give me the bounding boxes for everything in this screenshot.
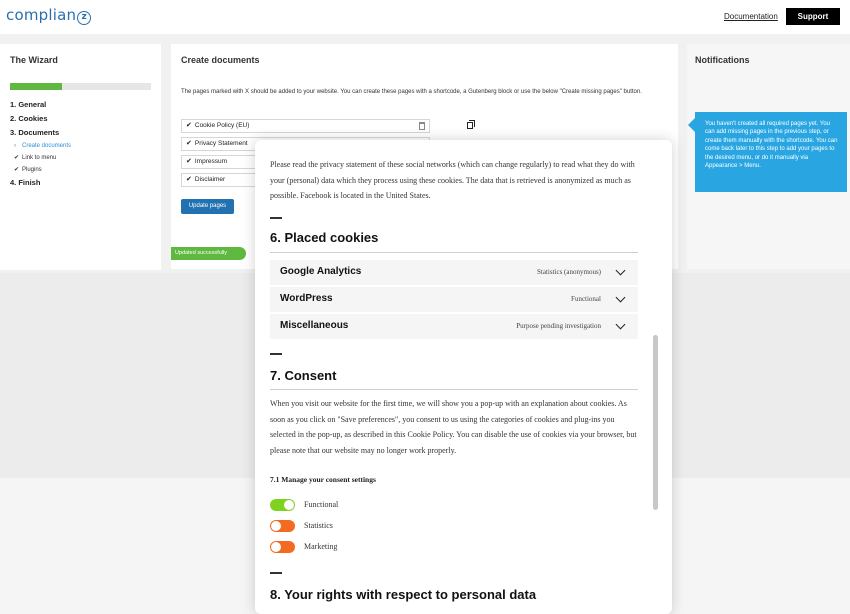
cookie-name: WordPress: [280, 293, 333, 304]
cookie-row-google-analytics[interactable]: Google Analytics Statistics (anonymous): [270, 260, 638, 285]
chevron-down-icon[interactable]: [615, 265, 626, 276]
check-icon: ✔: [14, 155, 20, 161]
success-toast: Updated successfully: [171, 247, 246, 260]
statistics-toggle[interactable]: [270, 520, 295, 532]
section-divider: [270, 217, 282, 219]
step-cookies[interactable]: 2. Cookies: [10, 112, 155, 126]
page-label: Disclaimer: [194, 176, 226, 183]
trash-icon[interactable]: [419, 122, 425, 130]
cookie-policy-preview: Please read the privacy statement of the…: [255, 140, 672, 614]
section-divider: [270, 353, 282, 355]
check-icon: ✔: [186, 140, 192, 147]
heading-rule: [270, 389, 638, 390]
wizard-title: The Wizard: [10, 55, 58, 65]
check-icon: ✔: [186, 158, 192, 165]
section-7-heading: 7. Consent: [270, 368, 337, 383]
wizard-panel: The Wizard 1. General 2. Cookies 3. Docu…: [0, 44, 161, 270]
preview-scrollbar[interactable]: [653, 335, 658, 510]
section-8-heading: 8. Your rights with respect to personal …: [270, 587, 537, 602]
step-general[interactable]: 1. General: [10, 98, 155, 112]
check-icon: ✔: [186, 176, 192, 183]
marketing-toggle[interactable]: [270, 541, 295, 553]
copy-shortcode-icon[interactable]: [467, 120, 475, 129]
step-finish[interactable]: 4. Finish: [10, 176, 155, 190]
chevron-down-icon[interactable]: [615, 292, 626, 303]
create-documents-title: Create documents: [181, 55, 260, 65]
cookie-row-miscellaneous[interactable]: Miscellaneous Purpose pending investigat…: [270, 314, 638, 339]
documentation-link[interactable]: Documentation: [724, 12, 778, 21]
section-divider: [270, 572, 282, 574]
toggle-knob: [271, 521, 281, 531]
page-label: Cookie Policy (EU): [194, 122, 250, 129]
check-icon: ✔: [186, 122, 192, 129]
page-label: Impressum: [194, 158, 228, 165]
complianz-logo[interactable]: complian z: [6, 6, 92, 25]
wizard-steps: 1. General 2. Cookies 3. Documents › Crea…: [10, 98, 155, 190]
intro-paragraph: Please read the privacy statement of the…: [270, 160, 635, 200]
cookie-name: Miscellaneous: [280, 320, 349, 331]
chevron-right-icon: ›: [14, 143, 16, 149]
cookie-name: Google Analytics: [280, 266, 362, 277]
substep-label: Plugins: [22, 167, 42, 173]
logo-text: complian: [6, 6, 77, 24]
chevron-down-icon[interactable]: [615, 319, 626, 330]
create-documents-description: The pages marked with X should be added …: [181, 89, 642, 95]
toggle-label: Marketing: [304, 542, 338, 551]
notification-message: You haven't created all required pages y…: [688, 112, 847, 192]
substep-create-documents[interactable]: › Create documents: [10, 140, 155, 152]
consent-paragraph: When you visit our website for the first…: [270, 399, 637, 455]
section-6-heading: 6. Placed cookies: [270, 230, 379, 245]
wizard-progress-fill: [10, 83, 63, 90]
notifications-title: Notifications: [695, 55, 750, 65]
update-pages-button[interactable]: Update pages: [181, 199, 234, 214]
support-button[interactable]: Support: [786, 8, 840, 25]
substep-label: Link to menu: [22, 155, 57, 161]
substep-label: Create documents: [22, 143, 72, 149]
logo-mark: z: [77, 11, 92, 25]
toggle-label: Statistics: [304, 521, 333, 530]
toggle-label: Functional: [304, 500, 339, 509]
toggle-knob: [284, 500, 294, 510]
cookie-row-wordpress[interactable]: WordPress Functional: [270, 287, 638, 312]
substep-plugins[interactable]: ✔ Plugins: [10, 164, 155, 176]
cookie-purpose: Functional: [571, 295, 601, 303]
functional-toggle[interactable]: [270, 499, 295, 511]
step-documents[interactable]: 3. Documents: [10, 126, 155, 140]
cookie-purpose: Statistics (anonymous): [537, 268, 601, 276]
page-label: Privacy Statement: [194, 140, 248, 147]
page-row-cookie-policy[interactable]: ✔ Cookie Policy (EU): [181, 119, 430, 133]
check-icon: ✔: [14, 167, 20, 173]
heading-rule: [270, 252, 638, 253]
top-bar: complian z Documentation Support: [0, 0, 850, 34]
substep-link-to-menu[interactable]: ✔ Link to menu: [10, 152, 155, 164]
toggle-knob: [271, 542, 281, 552]
cookie-purpose: Purpose pending investigation: [516, 322, 601, 330]
wizard-progress-bar: [10, 83, 151, 90]
manage-consent-heading: 7.1 Manage your consent settings: [270, 475, 376, 484]
